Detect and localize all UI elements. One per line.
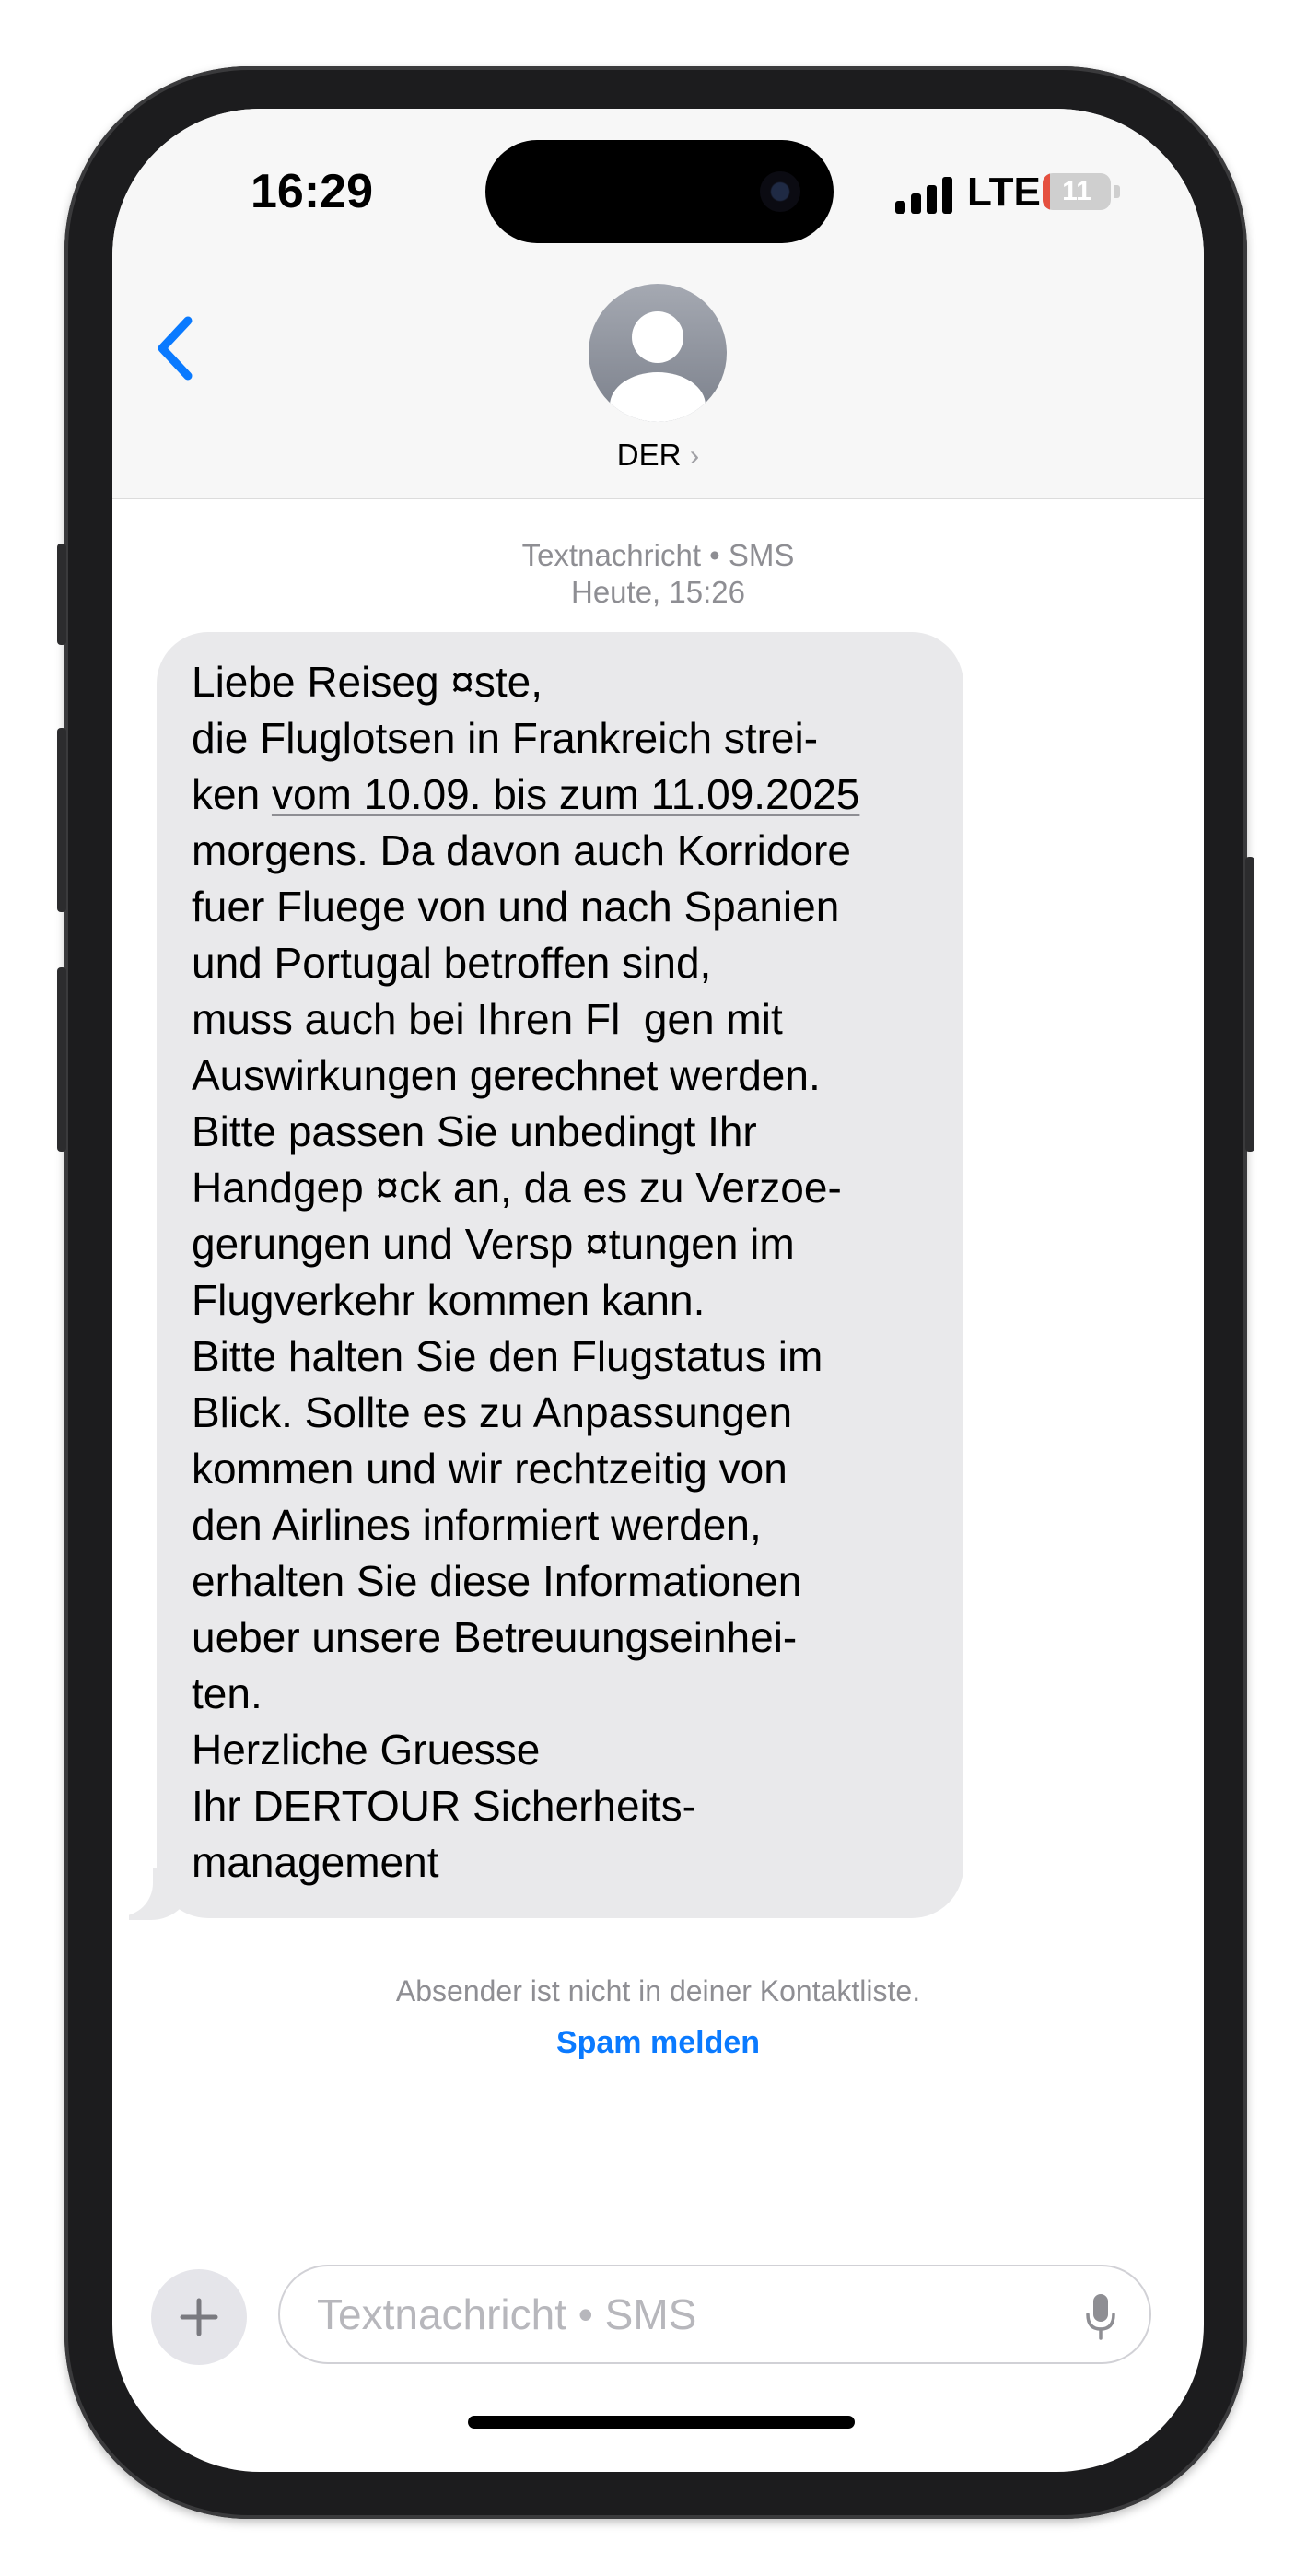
chevron-right-icon: › bbox=[689, 439, 700, 472]
date-link[interactable]: vom 10.09. bis zum 11.09.2025 bbox=[272, 770, 859, 818]
message-line: gerungen und Versp ¤tungen im bbox=[192, 1220, 795, 1268]
message-line: morgens. Da davon auch Korridore bbox=[192, 826, 851, 874]
message-line: Liebe Reiseg ¤ste, bbox=[192, 658, 543, 706]
message-line: ten. bbox=[192, 1669, 263, 1717]
message-line: Bitte passen Sie unbedingt Ihr bbox=[192, 1107, 757, 1155]
network-label: LTE bbox=[967, 170, 1041, 215]
message-line: Bitte halten Sie den Flugstatus im bbox=[192, 1332, 823, 1380]
contact-avatar[interactable] bbox=[589, 284, 727, 422]
message-line: Auswirkungen gerechnet werden. bbox=[192, 1051, 821, 1099]
message-line: kommen und wir rechtzeitig von bbox=[192, 1445, 788, 1493]
back-chevron-icon bbox=[158, 316, 193, 381]
dynamic-island bbox=[485, 140, 834, 243]
message-line: und Portugal betroffen sind, bbox=[192, 939, 712, 987]
message-line: Blick. Sollte es zu Anpassungen bbox=[192, 1388, 793, 1436]
message-line: Ihr DERTOUR Sicherheits- bbox=[192, 1782, 696, 1830]
battery-percentage: 11 bbox=[1062, 176, 1091, 206]
signal-icon bbox=[895, 175, 952, 214]
message-line: die Fluglotsen in Frankreich strei- bbox=[192, 714, 819, 762]
microphone-icon[interactable] bbox=[1085, 2292, 1116, 2340]
home-indicator[interactable] bbox=[468, 2416, 855, 2429]
camera-icon bbox=[760, 171, 800, 212]
plus-icon bbox=[180, 2298, 218, 2336]
message-timestamp: Heute, 15:26 bbox=[571, 575, 745, 609]
message-line: fuer Fluege von und nach Spanien bbox=[192, 883, 840, 931]
message-line-start: ken bbox=[192, 770, 272, 818]
message-line: Flugverkehr kommen kann. bbox=[192, 1276, 706, 1324]
person-icon bbox=[610, 311, 706, 422]
message-line: management bbox=[192, 1838, 439, 1886]
battery-icon: 11 bbox=[1043, 173, 1111, 210]
unknown-sender-notice: Absender ist nicht in deiner Kontaktlist… bbox=[395, 1974, 921, 2008]
volume-down-button bbox=[57, 967, 66, 1152]
message-type-label: Textnachricht • SMS bbox=[521, 538, 795, 572]
message-line: den Airlines informiert werden, bbox=[192, 1501, 762, 1549]
conversation-header: 16:29 LTE 11 DER › bbox=[112, 109, 1204, 499]
volume-up-button bbox=[57, 728, 66, 912]
action-button bbox=[57, 544, 66, 645]
report-spam-link[interactable]: Spam melden bbox=[112, 2025, 1204, 2061]
add-attachment-button[interactable] bbox=[151, 2269, 247, 2365]
message-line: ken vom 10.09. bis zum 11.09.2025 bbox=[192, 767, 928, 823]
message-line: erhalten Sie diese Informationen bbox=[192, 1557, 802, 1605]
message-bubble[interactable]: Liebe Reiseg ¤ste, die Fluglotsen in Fra… bbox=[157, 632, 963, 1918]
contact-name: DER bbox=[616, 438, 682, 472]
screen: 16:29 LTE 11 DER › Textnachricht • SMS H… bbox=[112, 109, 1204, 2472]
message-input-placeholder: Textnachricht • SMS bbox=[317, 2290, 697, 2338]
message-line: muss auch bei Ihren Fl gen mit bbox=[192, 995, 783, 1043]
contact-name-button[interactable]: DER › bbox=[112, 438, 1204, 473]
message-line: Herzliche Gruesse bbox=[192, 1726, 541, 1774]
message-input[interactable]: Textnachricht • SMS bbox=[278, 2265, 1151, 2364]
message-line: Handgep ¤ck an, da es zu Verzoe- bbox=[192, 1164, 842, 1212]
side-button bbox=[1245, 857, 1254, 1152]
message-line: ueber unsere Betreuungseinhei- bbox=[192, 1613, 798, 1661]
back-button[interactable] bbox=[149, 310, 204, 387]
battery-tip bbox=[1114, 185, 1120, 198]
status-time: 16:29 bbox=[251, 165, 373, 218]
